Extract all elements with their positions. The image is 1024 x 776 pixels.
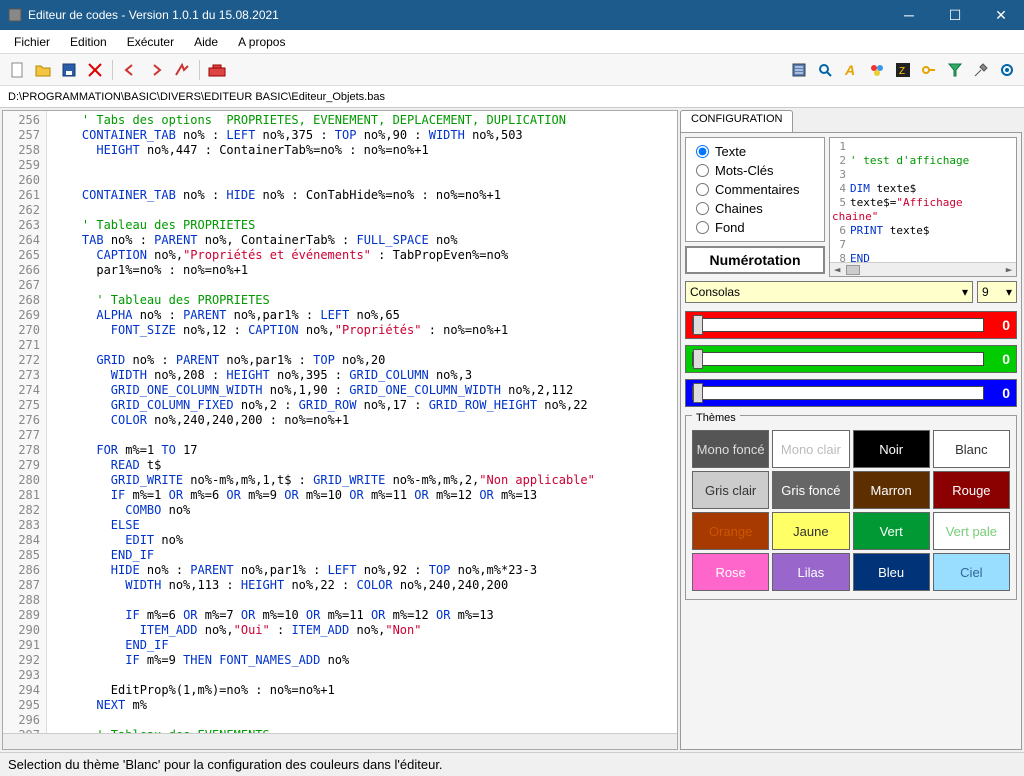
notes-icon[interactable] <box>788 59 810 81</box>
editor-h-scrollbar[interactable] <box>3 733 677 749</box>
code-content[interactable]: ' Tabs des options PROPRIETES, EVENEMENT… <box>47 111 677 733</box>
gear-icon[interactable] <box>996 59 1018 81</box>
menu-fichier[interactable]: Fichier <box>4 32 60 52</box>
search-icon[interactable] <box>814 59 836 81</box>
theme-jaune[interactable]: Jaune <box>772 512 849 550</box>
maximize-button[interactable]: ☐ <box>932 0 978 30</box>
menu-executer[interactable]: Exécuter <box>117 32 184 52</box>
theme-blanc[interactable]: Blanc <box>933 430 1010 468</box>
theme-rose[interactable]: Rose <box>692 553 769 591</box>
theme-bleu[interactable]: Bleu <box>853 553 930 591</box>
font-icon[interactable]: A <box>840 59 862 81</box>
theme-gris-clair[interactable]: Gris clair <box>692 471 769 509</box>
minimize-button[interactable]: ─ <box>886 0 932 30</box>
chevron-down-icon: ▾ <box>962 285 968 299</box>
radio-chaines[interactable]: Chaines <box>696 201 814 216</box>
themes-group: Thèmes Mono foncéMono clairNoirBlanc Gris… <box>685 415 1017 600</box>
status-text: Selection du thème 'Blanc' pour la confi… <box>8 757 443 772</box>
status-bar: Selection du thème 'Blanc' pour la confi… <box>0 752 1024 776</box>
theme-marron[interactable]: Marron <box>853 471 930 509</box>
menubar: Fichier Edition Exécuter Aide A propos <box>0 30 1024 54</box>
preview-h-scrollbar[interactable]: ◄► <box>830 262 1016 276</box>
theme-noir[interactable]: Noir <box>853 430 930 468</box>
window-title: Editeur de codes - Version 1.0.1 du 15.0… <box>28 8 886 22</box>
menu-apropos[interactable]: A propos <box>228 32 295 52</box>
menu-aide[interactable]: Aide <box>184 32 228 52</box>
theme-lilas[interactable]: Lilas <box>772 553 849 591</box>
run-icon[interactable] <box>171 59 193 81</box>
open-folder-icon[interactable] <box>32 59 54 81</box>
theme-orange[interactable]: Orange <box>692 512 769 550</box>
theme-mono-clair[interactable]: Mono clair <box>772 430 849 468</box>
code-editor[interactable]: 256 257 258 259 260 261 262 263 264 265 … <box>2 110 678 750</box>
radio-fond[interactable]: Fond <box>696 220 814 235</box>
preview-pane: 12' test d'affichage34DIM texte$5texte$=… <box>829 137 1017 277</box>
toolbox-icon[interactable] <box>206 59 228 81</box>
svg-text:A: A <box>844 62 855 78</box>
radio-motscles[interactable]: Mots-Clés <box>696 163 814 178</box>
slider-green-track[interactable] <box>692 352 984 366</box>
radio-texte[interactable]: Texte <box>696 144 814 159</box>
slider-green-value: 0 <box>990 351 1010 367</box>
redo-icon[interactable] <box>145 59 167 81</box>
theme-vert[interactable]: Vert <box>853 512 930 550</box>
theme-mono-foncé[interactable]: Mono foncé <box>692 430 769 468</box>
themes-label: Thèmes <box>692 412 740 424</box>
toolbar: A Z <box>0 54 1024 86</box>
menu-edition[interactable]: Edition <box>60 32 117 52</box>
slider-blue-value: 0 <box>990 385 1010 401</box>
window-titlebar: Editeur de codes - Version 1.0.1 du 15.0… <box>0 0 1024 30</box>
terminal-icon[interactable]: Z <box>892 59 914 81</box>
theme-vert-pale[interactable]: Vert pale <box>933 512 1010 550</box>
palette-icon[interactable] <box>866 59 888 81</box>
delete-icon[interactable] <box>84 59 106 81</box>
save-icon[interactable] <box>58 59 80 81</box>
numerotation-button[interactable]: Numérotation <box>685 246 825 274</box>
slider-red-value: 0 <box>990 317 1010 333</box>
svg-text:Z: Z <box>899 66 905 77</box>
font-size-select[interactable]: 9▾ <box>977 281 1017 303</box>
slider-blue[interactable]: 0 <box>685 379 1017 407</box>
undo-icon[interactable] <box>119 59 141 81</box>
tab-configuration[interactable]: CONFIGURATION <box>680 110 793 132</box>
radio-commentaires[interactable]: Commentaires <box>696 182 814 197</box>
key-icon[interactable] <box>918 59 940 81</box>
chevron-down-icon: ▾ <box>1006 285 1012 299</box>
funnel-icon[interactable] <box>944 59 966 81</box>
theme-gris-foncé[interactable]: Gris foncé <box>772 471 849 509</box>
slider-red-track[interactable] <box>692 318 984 332</box>
slider-green[interactable]: 0 <box>685 345 1017 373</box>
file-path-text: D:\PROGRAMMATION\BASIC\DIVERS\EDITEUR BA… <box>8 91 385 103</box>
slider-red[interactable]: 0 <box>685 311 1017 339</box>
theme-ciel[interactable]: Ciel <box>933 553 1010 591</box>
line-number-gutter: 256 257 258 259 260 261 262 263 264 265 … <box>3 111 47 733</box>
close-button[interactable]: ✕ <box>978 0 1024 30</box>
app-icon <box>8 8 22 22</box>
slider-blue-track[interactable] <box>692 386 984 400</box>
file-path-bar: D:\PROGRAMMATION\BASIC\DIVERS\EDITEUR BA… <box>0 86 1024 108</box>
theme-rouge[interactable]: Rouge <box>933 471 1010 509</box>
tools-icon[interactable] <box>970 59 992 81</box>
font-name-select[interactable]: Consolas▾ <box>685 281 973 303</box>
new-file-icon[interactable] <box>6 59 28 81</box>
syntax-radio-group: Texte Mots-Clés Commentaires Chaines Fon… <box>685 137 825 242</box>
